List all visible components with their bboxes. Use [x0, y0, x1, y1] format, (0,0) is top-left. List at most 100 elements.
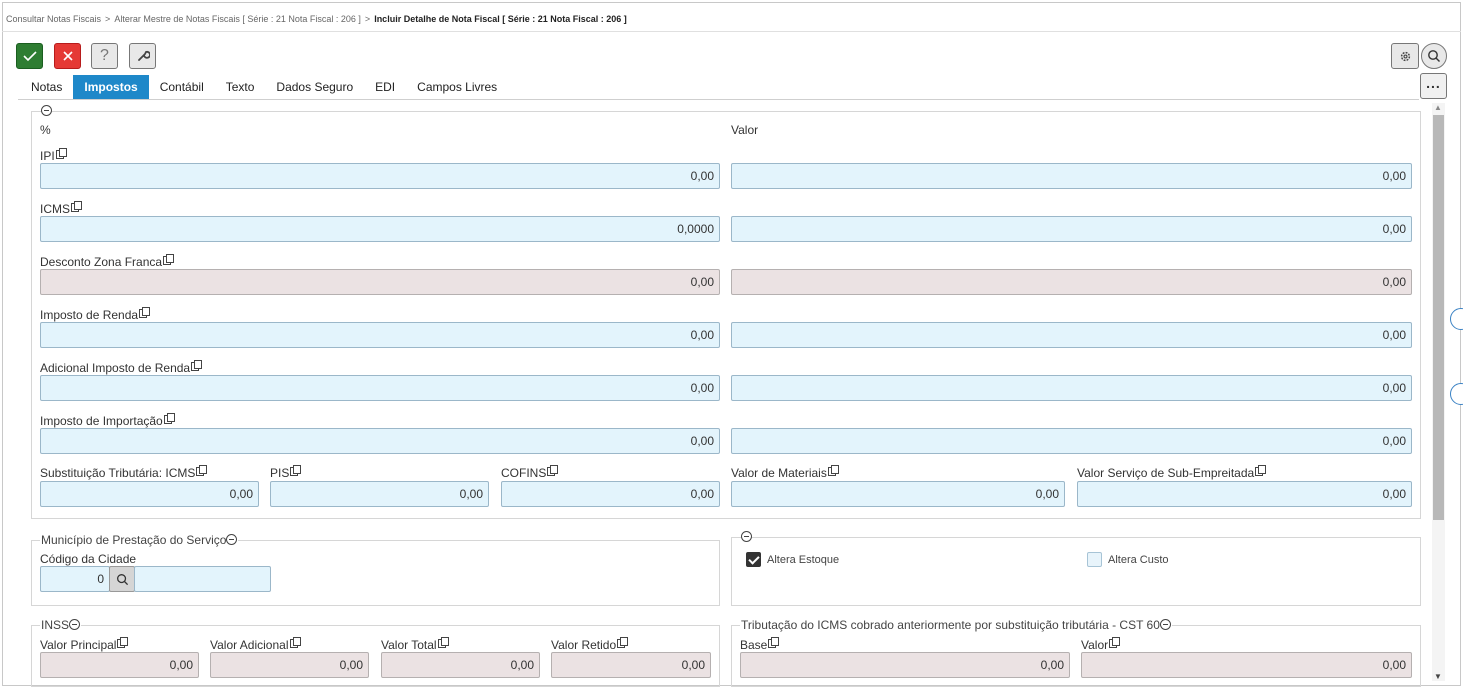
- cst60-valor-field: 0,00: [1081, 652, 1412, 678]
- tab-impostos[interactable]: Impostos: [73, 75, 149, 99]
- pis-field[interactable]: 0,00: [270, 481, 489, 507]
- copy-icon[interactable]: [547, 465, 559, 476]
- codigo-cidade-label: Código da Cidade: [40, 552, 137, 566]
- cst60-base-field: 0,00: [740, 652, 1070, 678]
- wrench-icon: [137, 50, 150, 61]
- scrollbar-thumb[interactable]: [1433, 115, 1444, 520]
- imposto-importacao-value-field[interactable]: 0,00: [731, 428, 1412, 454]
- valor-adicional-label: Valor Adicional: [210, 637, 301, 652]
- settings-button[interactable]: [1391, 43, 1419, 69]
- inss-legend: INSS: [40, 618, 82, 632]
- copy-icon[interactable]: [191, 360, 203, 371]
- valor-materiais-field[interactable]: 0,00: [731, 481, 1065, 507]
- confirm-button[interactable]: [16, 43, 43, 69]
- breadcrumb-item-alterar[interactable]: Alterar Mestre de Notas Fiscais [ Série …: [114, 14, 361, 24]
- valor-principal-label: Valor Principal: [40, 637, 129, 652]
- copy-icon[interactable]: [55, 148, 67, 159]
- codigo-cidade-lookup-button[interactable]: [109, 566, 135, 592]
- ellipsis-icon: ...: [1426, 75, 1441, 91]
- value-header: Valor: [731, 123, 759, 137]
- copy-icon[interactable]: [117, 637, 129, 648]
- cofins-label: COFINS: [501, 465, 559, 480]
- copy-icon[interactable]: [1109, 637, 1121, 648]
- copy-icon[interactable]: [617, 637, 629, 648]
- breadcrumb: Consultar Notas Fiscais > Alterar Mestre d…: [6, 14, 627, 24]
- help-icon: ?: [100, 47, 109, 64]
- tab-notas[interactable]: Notas: [20, 75, 73, 99]
- desconto-zona-franca-value-field: 0,00: [731, 269, 1412, 295]
- valor-retido-field: 0,00: [551, 652, 711, 678]
- tab-dados-seguro[interactable]: Dados Seguro: [265, 75, 364, 99]
- check-icon: [22, 51, 37, 62]
- help-button[interactable]: ?: [91, 43, 118, 69]
- scroll-up-icon[interactable]: ▲: [1434, 103, 1442, 112]
- cst60-base-label: Base: [740, 637, 780, 652]
- icms-value-field[interactable]: 0,00: [731, 216, 1412, 242]
- copy-icon[interactable]: [437, 637, 449, 648]
- copy-icon[interactable]: [71, 201, 82, 212]
- desconto-zona-franca-percent-field: 0,00: [40, 269, 720, 295]
- altera-estoque-label: Altera Estoque: [767, 554, 840, 566]
- valor-servico-sub-empreitada-field[interactable]: 0,00: [1077, 481, 1412, 507]
- valor-servico-sub-empreitada-label: Valor Serviço de Sub-Empreitada: [1077, 465, 1267, 480]
- imposto-renda-label: Imposto de Renda: [40, 307, 151, 322]
- copy-icon[interactable]: [768, 637, 780, 648]
- codigo-cidade-field[interactable]: 0: [40, 566, 110, 592]
- valor-total-label: Valor Total: [381, 637, 449, 652]
- cst60-valor-label: Valor: [1081, 637, 1121, 652]
- estoque-collapse-icon[interactable]: [741, 531, 752, 542]
- imposto-renda-percent-field[interactable]: 0,00: [40, 322, 720, 348]
- valor-retido-label: Valor Retido: [551, 637, 629, 652]
- tools-button[interactable]: [129, 43, 156, 69]
- vertical-scrollbar[interactable]: ▲ ▼: [1432, 103, 1445, 681]
- taxes-collapse-icon[interactable]: [41, 105, 52, 116]
- tab-campos-livres[interactable]: Campos Livres: [406, 75, 508, 99]
- adicional-imposto-renda-percent-field[interactable]: 0,00: [40, 375, 720, 401]
- breadcrumb-item-consultar[interactable]: Consultar Notas Fiscais: [6, 14, 101, 24]
- municipio-collapse-icon[interactable]: [226, 534, 238, 545]
- nome-cidade-field[interactable]: [134, 566, 271, 592]
- adicional-imposto-renda-value-field[interactable]: 0,00: [731, 375, 1412, 401]
- copy-icon[interactable]: [163, 254, 175, 265]
- substituicao-tributaria-icms-field[interactable]: 0,00: [40, 481, 259, 507]
- breadcrumb-separator: >: [364, 14, 371, 24]
- cancel-button[interactable]: [54, 43, 81, 69]
- search-icon: [116, 573, 128, 585]
- copy-icon[interactable]: [289, 637, 301, 648]
- copy-icon[interactable]: [196, 465, 208, 476]
- scroll-down-icon[interactable]: ▼: [1434, 672, 1442, 681]
- copy-icon[interactable]: [827, 465, 839, 476]
- icms-percent-field[interactable]: 0,0000: [40, 216, 720, 242]
- tab-bar: Notas Impostos Contábil Texto Dados Segu…: [20, 75, 508, 99]
- ipi-percent-field[interactable]: 0,00: [40, 163, 720, 189]
- imposto-renda-value-field[interactable]: 0,00: [731, 322, 1412, 348]
- municipio-legend: Município de Prestação do Serviço: [40, 533, 239, 547]
- valor-principal-field: 0,00: [40, 652, 199, 678]
- more-options-button[interactable]: ...: [1420, 73, 1447, 99]
- tab-texto[interactable]: Texto: [215, 75, 266, 99]
- valor-materiais-label: Valor de Materiais: [731, 465, 839, 480]
- imposto-importacao-percent-field[interactable]: 0,00: [40, 428, 720, 454]
- ipi-value-field[interactable]: 0,00: [731, 163, 1412, 189]
- cst60-legend: Tributação do ICMS cobrado anteriormente…: [740, 618, 1172, 632]
- adicional-imposto-renda-label: Adicional Imposto de Renda: [40, 360, 203, 375]
- copy-icon[interactable]: [139, 307, 151, 318]
- ipi-label: IPI: [40, 148, 67, 163]
- header-divider: [2, 31, 1461, 32]
- tab-contabil[interactable]: Contábil: [149, 75, 215, 99]
- inss-collapse-icon[interactable]: [69, 619, 81, 630]
- altera-estoque-checkbox[interactable]: [746, 552, 761, 567]
- cst60-collapse-icon[interactable]: [1159, 619, 1171, 630]
- estoque-panel: [731, 537, 1421, 606]
- imposto-importacao-label: Imposto de Importação: [40, 413, 175, 428]
- copy-icon[interactable]: [1255, 465, 1267, 476]
- tab-divider: [18, 99, 1419, 100]
- cofins-field[interactable]: 0,00: [501, 481, 720, 507]
- tab-edi[interactable]: EDI: [364, 75, 406, 99]
- copy-icon[interactable]: [163, 413, 175, 424]
- copy-icon[interactable]: [290, 465, 302, 476]
- pis-label: PIS: [270, 465, 302, 480]
- altera-custo-checkbox[interactable]: [1087, 552, 1102, 567]
- search-button[interactable]: [1421, 43, 1447, 69]
- substituicao-tributaria-icms-label: Substituição Tributária: ICMS: [40, 465, 208, 480]
